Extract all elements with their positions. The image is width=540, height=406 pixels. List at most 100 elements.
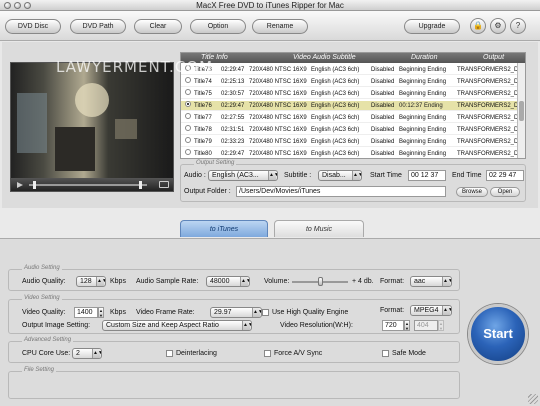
start-time-field[interactable]: 00 12 37 — [408, 170, 446, 181]
row-audio: English (AC3 6ch) — [311, 115, 360, 121]
video-width-stepper[interactable]: ▲ ▼ — [404, 320, 410, 331]
row-radio[interactable] — [185, 113, 191, 119]
table-row[interactable]: Title79 02:33:23 720X480 NTSC 16X9 English … — [181, 137, 525, 147]
table-row[interactable]: Title77 02:27:55 720X480 NTSC 16X9 English … — [181, 113, 525, 123]
title-table: Title Info Video Audio Subtitle Duration… — [180, 52, 526, 159]
row-radio[interactable] — [185, 89, 191, 95]
audio-sample-rate-select[interactable]: 48000 ▲▼ — [206, 276, 250, 287]
close-window-icon[interactable] — [4, 2, 11, 9]
clear-button[interactable]: Clear — [134, 19, 182, 34]
output-folder-label: Output Folder : — [184, 188, 231, 195]
open-button[interactable]: Open — [490, 187, 520, 197]
force-av-sync-label: Force A/V Sync — [274, 350, 323, 357]
row-subtitle: Disabled — [371, 127, 395, 133]
play-icon[interactable] — [17, 182, 23, 188]
video-height-field[interactable]: 404 — [414, 320, 438, 331]
cpu-core-label: CPU Core Use: — [22, 350, 71, 357]
dvd-path-button[interactable]: DVD Path — [70, 19, 126, 34]
safe-mode-checkbox[interactable] — [382, 350, 389, 357]
chevron-down-icon: ▲▼ — [92, 349, 102, 358]
chevron-down-icon: ▲▼ — [442, 277, 452, 286]
volume-slider-thumb[interactable] — [318, 277, 323, 286]
tab-to-itunes[interactable]: to iTunes — [180, 220, 268, 237]
rename-button[interactable]: Rename — [252, 19, 308, 34]
start-button[interactable]: Start — [468, 304, 528, 364]
table-row[interactable]: Title74 02:25:13 720X480 NTSC 16X9 English … — [181, 77, 525, 87]
seek-start-handle[interactable] — [33, 181, 36, 189]
video-resolution-label: Video Resolution(W:H): — [280, 322, 353, 329]
table-row[interactable]: Title78 02:31:51 720X480 NTSC 16X9 English … — [181, 125, 526, 135]
force-av-sync-checkbox[interactable] — [264, 350, 271, 357]
row-video: 720X480 NTSC 16X9 — [249, 127, 307, 133]
chevron-down-icon: ▲▼ — [252, 308, 262, 317]
row-radio[interactable] — [185, 101, 191, 107]
row-title: Title78 — [194, 127, 212, 133]
seek-track[interactable] — [29, 184, 147, 186]
row-radio[interactable] — [185, 137, 191, 143]
video-quality-field[interactable]: 1400 — [74, 307, 98, 318]
row-subtitle: Disabled — [371, 67, 395, 73]
playback-bar — [11, 178, 173, 191]
row-video: 720X480 NTSC 16X9 — [249, 91, 307, 97]
lock-icon[interactable]: 🔒 — [470, 18, 486, 34]
row-radio[interactable] — [185, 77, 191, 83]
end-time-field[interactable]: 02 29 47 — [486, 170, 524, 181]
audio-format-select[interactable]: aac ▲▼ — [410, 276, 452, 287]
col-output[interactable]: Output — [483, 54, 504, 61]
gear-icon[interactable]: ⚙ — [490, 18, 506, 34]
video-width-field[interactable]: 720 — [382, 320, 404, 331]
video-format-label: Format: — [380, 307, 405, 314]
minimize-window-icon[interactable] — [14, 2, 21, 9]
row-audio: English (AC3 6ch) — [311, 103, 360, 109]
video-height-stepper[interactable]: ▲ ▼ — [438, 320, 444, 331]
browse-button[interactable]: Browse — [456, 187, 488, 197]
seek-end-handle[interactable] — [139, 181, 142, 189]
table-row[interactable]: Title76 02:29:47 720X480 NTSC 16X9 English … — [181, 101, 525, 111]
dvd-disc-button[interactable]: DVD Disc — [5, 19, 61, 34]
snapshot-icon[interactable] — [159, 181, 169, 188]
audio-quality-select[interactable]: 128 ▲▼ — [76, 276, 106, 287]
tab-to-music[interactable]: to Music — [274, 220, 364, 237]
col-duration[interactable]: Duration — [411, 54, 437, 61]
zoom-window-icon[interactable] — [24, 2, 31, 9]
table-row[interactable]: Title80 02:29:47 720X480 NTSC 16X9 English … — [181, 149, 525, 158]
row-radio[interactable] — [185, 125, 191, 131]
output-image-setting-select[interactable]: Custom Size and Keep Aspect Ratio ▲▼ — [102, 320, 252, 331]
col-video-audio-subtitle[interactable]: Video Audio Subtitle — [293, 54, 356, 61]
resize-grip-icon[interactable] — [528, 394, 538, 404]
option-button[interactable]: Option — [190, 19, 246, 34]
row-audio: English (AC3 6ch) — [311, 139, 360, 145]
video-quality-stepper[interactable]: ▲ ▼ — [98, 307, 104, 318]
row-subtitle: Disabled — [371, 91, 395, 97]
row-subtitle: Disabled — [371, 103, 395, 109]
upgrade-button[interactable]: Upgrade — [404, 19, 460, 34]
chevron-down-icon: ▲▼ — [242, 321, 252, 330]
table-scrollbar[interactable] — [517, 63, 525, 158]
table-scroll-thumb[interactable] — [519, 101, 524, 121]
audio-track-label: Audio : — [184, 172, 206, 179]
output-folder-field[interactable]: /Users/Dev/Movies/iTunes — [236, 186, 446, 197]
row-radio[interactable] — [185, 149, 191, 155]
start-time-label: Start Time — [370, 172, 402, 179]
audio-format-label: Format: — [380, 278, 405, 285]
row-duration: Beginning Ending — [399, 67, 447, 73]
video-preview — [10, 62, 174, 192]
hq-engine-checkbox[interactable] — [262, 309, 269, 316]
video-frame-rate-select[interactable]: 29.97 ▲▼ — [210, 307, 262, 318]
row-time: 02:33:23 — [221, 139, 245, 145]
subtitle-select[interactable]: Disab... ▲▼ — [318, 170, 362, 181]
end-time-label: End Time — [452, 172, 482, 179]
row-output: TRANSFORMERS2_DISC — [457, 127, 526, 133]
deinterlacing-checkbox[interactable] — [166, 350, 173, 357]
row-title: Title80 — [194, 151, 212, 157]
audio-track-select[interactable]: English (AC3... ▲▼ — [208, 170, 278, 181]
table-row[interactable]: Title75 02:30:57 720X480 NTSC 16X9 English … — [181, 89, 525, 99]
video-frame-rate-value: 29.97 — [214, 309, 232, 316]
row-title: Title74 — [194, 79, 212, 85]
scene-figure — [55, 127, 95, 171]
help-icon[interactable]: ? — [510, 18, 526, 34]
volume-label: Volume: — [264, 278, 290, 285]
table-row[interactable]: Title73 02:29:47 720X480 NTSC 16X9 English … — [181, 65, 525, 75]
cpu-core-select[interactable]: 2 ▲▼ — [72, 348, 102, 359]
video-format-select[interactable]: MPEG4 ▲▼ — [410, 305, 452, 316]
